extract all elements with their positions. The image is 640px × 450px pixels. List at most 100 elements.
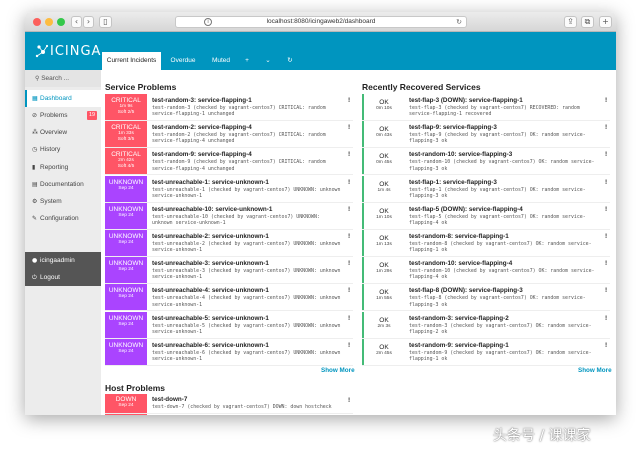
state-label: CRITICAL	[111, 151, 141, 159]
row-title[interactable]: test-flap-5 (DOWN): service-flapping-4	[409, 206, 523, 213]
row-title[interactable]: test-flap-9: service-flapping-3	[409, 124, 497, 131]
history-icon: ◷	[32, 146, 38, 153]
sidebar-item-dashboard[interactable]: ▦ Dashboard	[25, 90, 101, 107]
row-title[interactable]: test-unreachable-3: service-unknown-1	[152, 260, 269, 267]
row-title[interactable]: test-flap-1: service-flapping-3	[409, 179, 497, 186]
recovered-service-row[interactable]: OK 2m 3s test-random-3: service-flapping-2…	[362, 311, 610, 339]
minimize-window-button[interactable]	[45, 18, 53, 26]
service-problem-row[interactable]: CRITICAL 1m 33s Soft 3/5 test-random-2: ser…	[105, 121, 353, 149]
dashboard-menu-chevron-icon[interactable]: ⌄	[261, 52, 275, 70]
service-problem-row[interactable]: CRITICAL 1m 9s Soft 2/5 test-random-3: serv…	[105, 94, 353, 121]
reload-icon[interactable]: ↻	[456, 17, 462, 27]
service-problem-row[interactable]: UNKNOWN Sep 24 test-unreachable-2: service…	[105, 230, 353, 257]
state-duration: Sep 24	[118, 403, 134, 408]
state-duration: Sep 24	[118, 321, 134, 327]
recovered-service-row[interactable]: OK 1m 13s test-random-8: service-flapping-…	[362, 230, 610, 257]
flapping-indicator-icon: !	[348, 260, 351, 268]
logout-link[interactable]: ⏻ Logout	[25, 269, 101, 286]
row-title[interactable]: test-random-2: service-flapping-4	[152, 124, 252, 131]
state-badge: CRITICAL 2m 42s Soft 4/5	[105, 148, 147, 175]
add-dashlet-icon[interactable]: +	[240, 52, 254, 70]
row-title[interactable]: test-random-10: service-flapping-4	[409, 260, 512, 267]
recovered-service-row[interactable]: OK 2m 45s test-random-9: service-flapping-…	[362, 338, 610, 366]
state-label: OK	[379, 343, 389, 351]
row-title[interactable]: test-random-10: service-flapping-3	[409, 151, 512, 158]
recovered-service-row[interactable]: OK 0m 43s test-flap-9: service-flapping-3 t…	[362, 121, 610, 149]
problems-count-badge: 19	[87, 111, 97, 120]
forward-button[interactable]: ›	[83, 16, 94, 28]
row-title[interactable]: test-random-3: service-flapping-1	[152, 97, 252, 104]
host-problem-row[interactable]: DOWN Sep 24 test-down-7 test-down-7 (checke…	[105, 394, 353, 414]
sidebar-item-label: History	[40, 146, 61, 153]
service-problem-row[interactable]: UNKNOWN Sep 24 test-unreachable-6: service…	[105, 338, 353, 366]
tab-current-incidents[interactable]: Current Incidents	[102, 52, 161, 70]
service-problem-row[interactable]: UNKNOWN Sep 24 test-unreachable-4: service…	[105, 284, 353, 312]
new-tab-icon[interactable]: +	[599, 16, 612, 28]
tab-muted[interactable]: Muted	[207, 52, 235, 70]
row-title[interactable]: test-random-3: service-flapping-2	[409, 315, 509, 322]
user-account-link[interactable]: ● icingaadmin	[25, 252, 101, 269]
recovered-service-row[interactable]: OK 1m 10s test-flap-5 (DOWN): service-flap…	[362, 202, 610, 230]
flapping-indicator-icon: !	[348, 178, 351, 186]
recovered-service-row[interactable]: OK 0m 10s test-flap-3 (DOWN): service-flap…	[362, 94, 610, 121]
flapping-indicator-icon: !	[605, 151, 608, 159]
recovered-service-row[interactable]: OK 0m 45s test-random-10: service-flapping…	[362, 148, 610, 176]
state-label: OK	[379, 99, 389, 106]
state-duration: Sep 24	[118, 185, 134, 191]
state-duration: 0m 10s	[376, 106, 392, 111]
tab-overdue[interactable]: Overdue	[165, 52, 201, 70]
row-title[interactable]: test-random-8: service-flapping-1	[409, 233, 509, 240]
tabs-overview-icon[interactable]: ⧉	[581, 16, 594, 28]
service-problem-row[interactable]: UNKNOWN Sep 24 test-unreachable-5: service…	[105, 311, 353, 339]
state-badge: UNKNOWN Sep 24	[105, 175, 147, 202]
service-problem-row[interactable]: CRITICAL 2m 42s Soft 4/5 test-random-9: ser…	[105, 148, 353, 176]
watermark: 头条号 / 课课家	[493, 428, 591, 444]
sidebar-item-history[interactable]: ◷ History	[25, 141, 101, 158]
search-input[interactable]: ⚲ Search ...	[25, 70, 101, 87]
sidebar-item-overview[interactable]: ⁂ Overview	[25, 124, 101, 141]
row-title[interactable]: test-flap-8 (DOWN): service-flapping-3	[409, 287, 523, 294]
host-problems-title[interactable]: Host Problems	[105, 383, 165, 393]
sidebar-item-system[interactable]: ⚙ System	[25, 193, 101, 210]
back-button[interactable]: ‹	[71, 16, 82, 28]
reporting-icon: ▮	[32, 164, 36, 171]
info-icon[interactable]: i	[204, 18, 212, 26]
browser-window: ‹ › ▯ i localhost:8080/icingaweb2/dashbo…	[25, 12, 616, 415]
host-problem-row[interactable]: DOWNSep 24test-down-8test-down-8 (checke…	[105, 414, 353, 415]
sidebar-item-label: Overview	[40, 129, 68, 136]
row-title[interactable]: test-random-9: service-flapping-4	[152, 151, 252, 158]
share-icon[interactable]: ⇪	[564, 16, 577, 28]
sidebar-item-configuration[interactable]: ✎ Configuration	[25, 210, 101, 227]
service-problem-row[interactable]: UNKNOWN Sep 24 test-unreachable-10: servic…	[105, 202, 353, 230]
zoom-window-button[interactable]	[57, 18, 65, 26]
row-title[interactable]: test-flap-3 (DOWN): service-flapping-1	[409, 97, 523, 104]
service-problems-show-more-link[interactable]: Show More	[321, 367, 355, 374]
close-window-button[interactable]	[33, 18, 41, 26]
row-title[interactable]: test-unreachable-5: service-unknown-1	[152, 315, 269, 322]
sidebar-item-reporting[interactable]: ▮ Reporting	[25, 159, 101, 176]
sidebar-toggle-icon[interactable]: ▯	[99, 16, 112, 28]
recovered-services-show-more-link[interactable]: Show More	[578, 367, 612, 374]
sidebar-item-documentation[interactable]: ▤ Documentation	[25, 176, 101, 193]
row-title[interactable]: test-random-9: service-flapping-1	[409, 342, 509, 349]
recovered-service-row[interactable]: OK 1m 4s test-flap-1: service-flapping-3 te…	[362, 175, 610, 203]
flapping-indicator-icon: !	[348, 97, 351, 104]
recovered-services-title[interactable]: Recently Recovered Services	[362, 82, 481, 92]
service-problems-title[interactable]: Service Problems	[105, 82, 176, 92]
flapping-indicator-icon: !	[605, 97, 608, 104]
service-problem-row[interactable]: UNKNOWN Sep 24 test-unreachable-3: service…	[105, 257, 353, 285]
refresh-icon[interactable]: ↻	[283, 52, 297, 70]
icinga-logo[interactable]: ICINGA	[33, 41, 113, 63]
recovered-service-row[interactable]: OK 1m 29s test-random-10: service-flapping…	[362, 257, 610, 285]
row-title[interactable]: test-unreachable-4: service-unknown-1	[152, 287, 269, 294]
row-title[interactable]: test-unreachable-2: service-unknown-1	[152, 233, 269, 240]
row-title[interactable]: test-unreachable-6: service-unknown-1	[152, 342, 269, 349]
row-title[interactable]: test-down-7	[152, 396, 187, 403]
service-problem-row[interactable]: UNKNOWN Sep 24 test-unreachable-1: service…	[105, 175, 353, 203]
address-bar[interactable]: i localhost:8080/icingaweb2/dashboard ↻	[175, 16, 467, 28]
row-title[interactable]: test-unreachable-10: service-unknown-1	[152, 206, 272, 213]
sidebar-item-problems[interactable]: ⊘ Problems 19	[25, 107, 101, 124]
row-title[interactable]: test-unreachable-1: service-unknown-1	[152, 179, 269, 186]
flapping-indicator-icon: !	[605, 205, 608, 213]
recovered-service-row[interactable]: OK 1m 55s test-flap-8 (DOWN): service-flap…	[362, 284, 610, 312]
